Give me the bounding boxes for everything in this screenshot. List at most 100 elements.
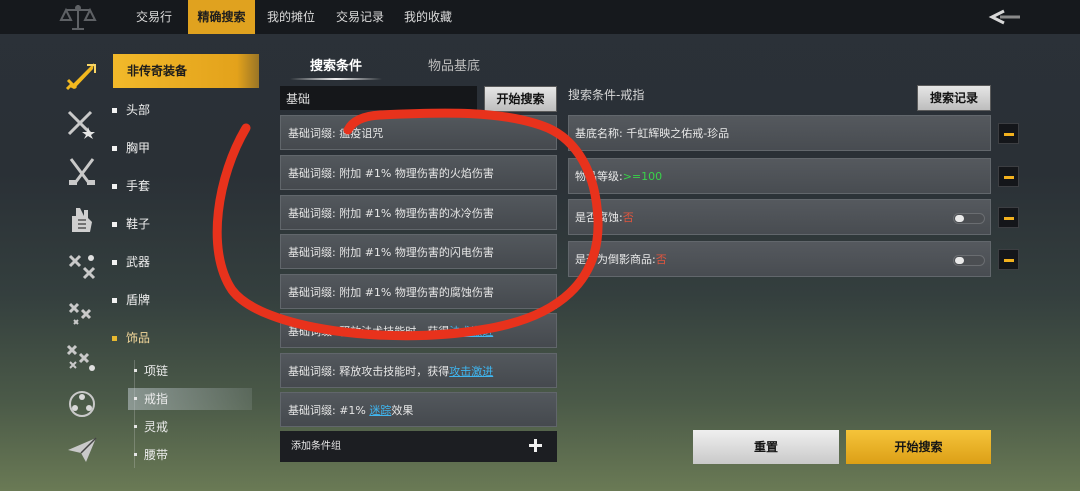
result-row[interactable]: 基础词缀: 附加 #1% 物理伤害的闪电伤害 (280, 234, 557, 269)
tab-search-conditions[interactable]: 搜索条件 (284, 54, 388, 80)
affix-prefix: 基础词缀: (288, 127, 340, 140)
minus-icon (1004, 133, 1014, 136)
condition-value: 千虹辉映之佑戒-珍品 (626, 127, 730, 140)
bullet (112, 184, 117, 189)
affix-text: #1% (339, 404, 370, 417)
affix-text: 释放攻击技能时，获得 (339, 365, 450, 378)
multi-cross-icon[interactable] (64, 342, 100, 374)
active-tab-underline (290, 78, 382, 80)
condition-corrupted[interactable]: 是否腐蚀:否 (568, 199, 991, 235)
sidebar-item-chest[interactable]: 胸甲 (112, 136, 262, 160)
sidebar-subitem-necklace[interactable]: 项链 (128, 360, 252, 382)
sidebar-subitem-belt[interactable]: 腰带 (128, 444, 252, 466)
affix-prefix: 基础词缀: (288, 286, 340, 299)
search-input[interactable] (280, 86, 477, 110)
sub-bullet (134, 369, 137, 372)
reset-button[interactable]: 重置 (693, 430, 839, 464)
condition-label: 是否为倒影商品: (575, 253, 656, 266)
add-condition-group-button[interactable]: 添加条件组 (280, 431, 557, 462)
affix-prefix: 基础词缀: (288, 207, 340, 220)
bullet (112, 108, 117, 113)
sidebar-item-label: 盾牌 (126, 293, 151, 307)
sidebar-item-accessories[interactable]: 饰品 (112, 326, 262, 350)
affix-prefix: 基础词缀: (288, 325, 340, 338)
sidebar-subitem-spirit-ring[interactable]: 灵戒 (128, 416, 252, 438)
affix-link[interactable]: 攻击激进 (449, 365, 493, 378)
sidebar-item-weapon[interactable]: 武器 (112, 250, 262, 274)
sidebar-item-label: 胸甲 (126, 141, 151, 155)
shield-cross-icon[interactable] (64, 296, 100, 328)
remove-condition-button[interactable] (998, 249, 1019, 270)
remove-condition-button[interactable] (998, 207, 1019, 228)
search-history-button[interactable]: 搜索记录 (917, 85, 991, 111)
orb-gems-icon[interactable] (64, 388, 100, 420)
affix-text: 附加 #1% 物理伤害的冰冷伤害 (339, 207, 494, 220)
condition-label: 基底名称: (575, 127, 627, 140)
sidebar-item-head[interactable]: 头部 (112, 98, 262, 122)
crossed-blades-icon[interactable] (64, 156, 100, 188)
toggle-knob (955, 215, 964, 222)
result-row[interactable]: 基础词缀: 附加 #1% 物理伤害的火焰伤害 (280, 155, 557, 190)
bullet (112, 260, 117, 265)
reflection-toggle[interactable] (953, 255, 985, 266)
sidebar-subitem-label: 戒指 (144, 392, 169, 406)
tab-item-base[interactable]: 物品基底 (414, 54, 494, 80)
result-row[interactable]: 基础词缀: 瘟疫诅咒 (280, 115, 557, 150)
affix-text: 附加 #1% 物理伤害的闪电伤害 (339, 246, 494, 259)
corrupted-toggle[interactable] (953, 213, 985, 224)
condition-value: 否 (655, 253, 667, 266)
back-arrow-icon[interactable] (988, 8, 1022, 26)
toggle-knob (955, 257, 964, 264)
cross-stars-icon[interactable] (64, 250, 100, 282)
tab-my-favorites[interactable]: 我的收藏 (398, 0, 458, 34)
affix-link[interactable]: 迷踪 (369, 404, 391, 417)
affix-link[interactable]: 法术激进 (449, 325, 493, 338)
condition-base-name[interactable]: 基底名称: 千虹辉映之佑戒-珍品 (568, 115, 991, 151)
sidebar-item-label: 饰品 (126, 331, 151, 345)
condition-reflection-item[interactable]: 是否为倒影商品:否 (568, 241, 991, 277)
affix-text: 释放法术技能时，获得 (339, 325, 450, 338)
sidebar-subitem-ring[interactable]: 戒指 (128, 388, 252, 410)
sub-bullet (134, 453, 137, 456)
minus-icon (1004, 259, 1014, 262)
result-row[interactable]: 基础词缀: 附加 #1% 物理伤害的腐蚀伤害 (280, 274, 557, 309)
bullet (112, 146, 117, 151)
affix-text: 附加 #1% 物理伤害的火焰伤害 (339, 167, 494, 180)
condition-item-level[interactable]: 物品等级:>=100 (568, 158, 991, 194)
sidebar-item-boots[interactable]: 鞋子 (112, 212, 262, 236)
start-search-button[interactable]: 开始搜索 (846, 430, 991, 464)
bullet (112, 298, 117, 303)
sword-category-icon[interactable] (64, 60, 100, 92)
affix-text: 附加 #1% 物理伤害的腐蚀伤害 (339, 286, 494, 299)
conditions-panel-title: 搜索条件-戒指 (568, 88, 645, 102)
minus-icon (1004, 217, 1014, 220)
condition-value: 否 (622, 211, 634, 224)
minus-icon (1004, 176, 1014, 179)
result-row[interactable]: 基础词缀: #1% 迷踪效果 (280, 392, 557, 427)
sidebar-item-label: 手套 (126, 179, 151, 193)
affix-suffix: 效果 (391, 404, 414, 417)
start-search-button-small[interactable]: 开始搜索 (484, 86, 557, 112)
affix-prefix: 基础词缀: (288, 365, 340, 378)
remove-condition-button[interactable] (998, 123, 1019, 144)
swords-star-icon[interactable] (64, 108, 100, 140)
tab-trade-records[interactable]: 交易记录 (330, 0, 390, 34)
affix-prefix: 基础词缀: (288, 404, 340, 417)
gauntlet-icon[interactable] (64, 204, 100, 236)
remove-condition-button[interactable] (998, 166, 1019, 187)
tab-my-stall[interactable]: 我的摊位 (260, 0, 322, 34)
plus-icon[interactable] (528, 438, 543, 453)
result-row[interactable]: 基础词缀: 释放攻击技能时，获得攻击激进 (280, 353, 557, 388)
tab-precise-search[interactable]: 精确搜索 (188, 0, 255, 34)
non-legendary-equipment-header[interactable]: 非传奇装备 (113, 54, 259, 88)
sidebar-item-gloves[interactable]: 手套 (112, 174, 262, 198)
sub-bullet (134, 397, 137, 400)
bullet (112, 336, 117, 341)
game-logo-icon (58, 2, 98, 32)
sidebar-item-shield[interactable]: 盾牌 (112, 288, 262, 312)
paper-plane-icon[interactable] (64, 434, 100, 466)
result-row[interactable]: 基础词缀: 附加 #1% 物理伤害的冰冷伤害 (280, 195, 557, 230)
sub-bullet (134, 425, 137, 428)
tab-trading-house[interactable]: 交易行 (124, 0, 184, 34)
result-row[interactable]: 基础词缀: 释放法术技能时，获得法术激进 (280, 313, 557, 348)
